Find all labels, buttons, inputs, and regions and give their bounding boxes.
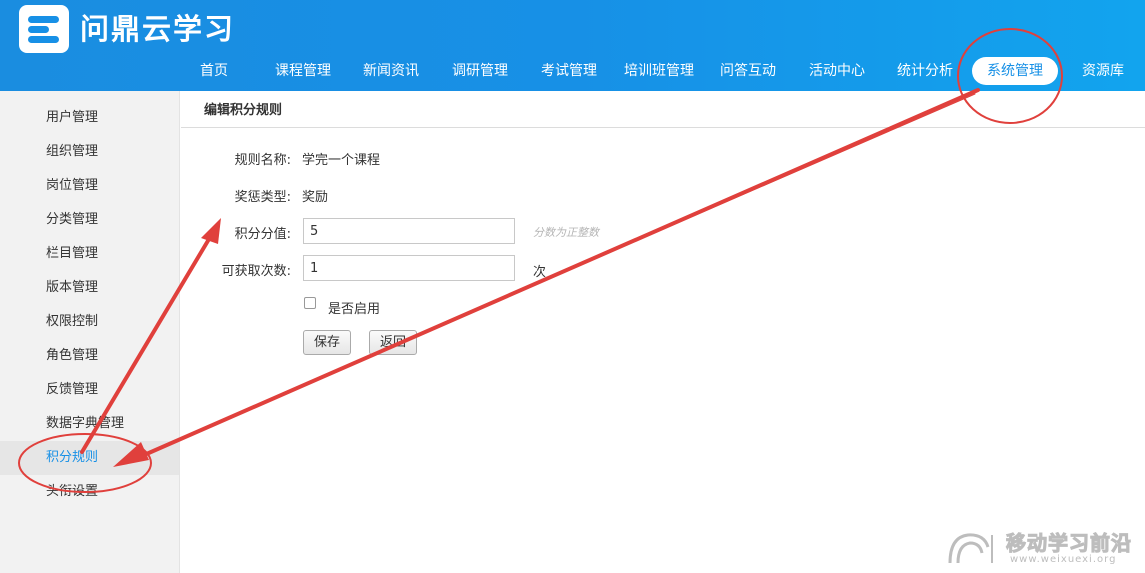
times-label: 可获取次数: (221, 264, 291, 279)
watermark-logo-icon (948, 533, 993, 564)
nav-exam-management[interactable]: 考试管理 (534, 54, 604, 88)
top-header: 问鼎云学习 首页 课程管理 新闻资讯 调研管理 考试管理 培训班管理 问答互动 … (0, 0, 1145, 91)
logo-icon (19, 5, 69, 53)
page-title: 编辑积分规则 (181, 91, 1145, 128)
nav-activity-center[interactable]: 活动中心 (802, 54, 872, 88)
rule-name-label: 规则名称: (234, 153, 291, 168)
sidebar-item-role-management[interactable]: 角色管理 (0, 339, 179, 373)
watermark-text: 移动学习前沿 (1006, 531, 1132, 556)
save-button[interactable]: 保存 (303, 330, 352, 355)
nav-statistics[interactable]: 统计分析 (890, 54, 960, 88)
sidebar-item-category-management[interactable]: 分类管理 (0, 203, 179, 237)
main-content: 编辑积分规则 规则名称: 学完一个课程 奖惩类型: 奖励 积分分值: 分数为正整… (181, 91, 1145, 573)
back-button[interactable]: 返回 (369, 330, 418, 355)
sidebar-item-user-management[interactable]: 用户管理 (0, 101, 179, 135)
points-hint: 分数为正整数 (533, 226, 599, 239)
nav-survey-management[interactable]: 调研管理 (445, 54, 515, 88)
nav-qa[interactable]: 问答互动 (713, 54, 783, 88)
sidebar-item-version-management[interactable]: 版本管理 (0, 271, 179, 305)
sidebar-item-org-management[interactable]: 组织管理 (0, 135, 179, 169)
rule-name-value: 学完一个课程 (302, 153, 381, 168)
sidebar-item-feedback-management[interactable]: 反馈管理 (0, 373, 179, 407)
nav-training-class-management[interactable]: 培训班管理 (618, 54, 700, 88)
main-nav: 首页 课程管理 新闻资讯 调研管理 考试管理 培训班管理 问答互动 活动中心 统… (168, 54, 1145, 88)
sidebar-item-column-management[interactable]: 栏目管理 (0, 237, 179, 271)
sidebar: 用户管理 组织管理 岗位管理 分类管理 栏目管理 版本管理 权限控制 角色管理 … (0, 91, 180, 573)
enable-checkbox[interactable] (304, 297, 316, 309)
points-input[interactable] (303, 218, 515, 244)
nav-system-management[interactable]: 系统管理 (972, 57, 1058, 85)
reward-type-value: 奖励 (302, 190, 329, 205)
enable-label: 是否启用 (328, 302, 381, 317)
watermark-url: www.weixuexi.org (1010, 554, 1117, 565)
times-unit: 次 (533, 265, 547, 280)
logo-text: 问鼎云学习 (80, 12, 236, 46)
sidebar-item-points-rules[interactable]: 积分规则 (0, 441, 179, 475)
sidebar-item-permission-control[interactable]: 权限控制 (0, 305, 179, 339)
nav-resource-library[interactable]: 资源库 (1074, 54, 1132, 88)
times-input[interactable] (303, 255, 515, 281)
nav-news[interactable]: 新闻资讯 (356, 54, 426, 88)
sidebar-item-title-settings[interactable]: 头衔设置 (0, 475, 179, 509)
sidebar-item-data-dictionary[interactable]: 数据字典管理 (0, 407, 179, 441)
reward-type-label: 奖惩类型: (234, 190, 291, 205)
nav-course-management[interactable]: 课程管理 (268, 54, 338, 88)
nav-home[interactable]: 首页 (190, 54, 238, 88)
watermark: 移动学习前沿 www.weixuexi.org (940, 525, 1145, 573)
sidebar-item-position-management[interactable]: 岗位管理 (0, 169, 179, 203)
points-label: 积分分值: (234, 227, 291, 242)
